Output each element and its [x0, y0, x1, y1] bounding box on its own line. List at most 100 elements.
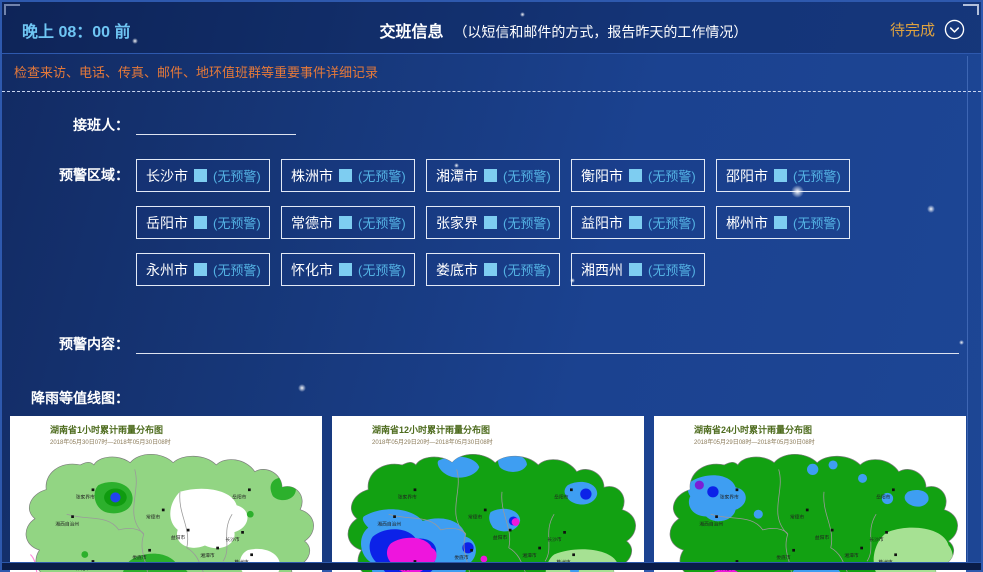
map-title: 湖南省1小时累计雨量分布图 — [50, 423, 322, 436]
warning-city-box[interactable]: 常德市 (无预警) — [281, 206, 415, 239]
deadline-time-label: 晚上 08：00 前 — [22, 18, 237, 42]
city-name-label: 湘西州 — [581, 260, 623, 280]
city-name-label: 娄底市 — [436, 260, 478, 280]
city-name-label: 岳阳市 — [146, 213, 188, 233]
city-warning-checkbox[interactable] — [484, 216, 497, 229]
warning-city-box[interactable]: 湘西州 (无预警) — [571, 253, 705, 286]
map-title: 湖南省12小时累计雨量分布图 — [372, 423, 644, 436]
city-warning-checkbox[interactable] — [339, 169, 352, 182]
city-name-label: 衡阳市 — [581, 166, 623, 186]
city-warning-checkbox[interactable] — [339, 216, 352, 229]
footer-bar — [2, 562, 981, 570]
city-name-label: 常德市 — [291, 213, 333, 233]
city-warning-checkbox[interactable] — [629, 263, 642, 276]
city-warning-checkbox[interactable] — [629, 169, 642, 182]
warning-area-label: 预警区域： — [2, 159, 129, 185]
svg-text:湘西自治州: 湘西自治州 — [55, 520, 79, 527]
city-warning-checkbox[interactable] — [194, 169, 207, 182]
city-warning-checkbox[interactable] — [774, 216, 787, 229]
rainfall-map-12h[interactable]: 湖南省12小时累计雨量分布图 2018年05月29日20时—2018年05月30… — [332, 416, 644, 572]
warning-city-box[interactable]: 张家界 (无预警) — [426, 206, 560, 239]
no-warning-label: (无预警) — [503, 166, 551, 185]
no-warning-label: (无预警) — [793, 166, 841, 185]
map-date-range: 2018年05月29日08时—2018年05月30日08时 — [694, 437, 966, 446]
svg-text:岳阳市: 岳阳市 — [876, 494, 891, 501]
warning-city-box[interactable]: 长沙市(无预警) — [136, 159, 270, 192]
rainfall-map-24h[interactable]: 湖南省24小时累计雨量分布图 2018年05月29日08时—2018年05月30… — [654, 416, 966, 572]
warning-city-grid: 长沙市(无预警)株洲市(无预警)湘潭市(无预警)衡阳市(无预警)邵阳市(无预警)… — [136, 159, 861, 286]
svg-text:常德市: 常德市 — [146, 514, 161, 521]
no-warning-label: (无预警) — [213, 260, 261, 279]
page-title: 交班信息 — [380, 24, 444, 41]
warning-city-box[interactable]: 永州市 (无预警) — [136, 253, 270, 286]
city-warning-checkbox[interactable] — [194, 263, 207, 276]
corner-bracket-decoration — [4, 4, 20, 15]
svg-text:益阳市: 益阳市 — [171, 534, 186, 541]
city-warning-checkbox[interactable] — [629, 216, 642, 229]
star-dot — [959, 340, 964, 345]
svg-text:娄底市: 娄底市 — [132, 554, 147, 561]
star-dot — [520, 12, 525, 17]
warning-city-box[interactable]: 衡阳市 (无预警) — [571, 159, 705, 192]
svg-text:长沙市: 长沙市 — [869, 536, 884, 543]
warning-city-box[interactable]: 湘潭市 (无预警) — [426, 159, 560, 192]
city-warning-checkbox[interactable] — [484, 169, 497, 182]
no-warning-label: (无预警) — [503, 260, 551, 279]
rainfall-map-1h[interactable]: 湖南省1小时累计雨量分布图 2018年05月30日07时—2018年05月30日… — [10, 416, 322, 572]
city-warning-checkbox[interactable] — [774, 169, 787, 182]
svg-text:湘潭市: 湘潭市 — [200, 552, 215, 559]
star-dot — [570, 278, 575, 283]
svg-text:湘潭市: 湘潭市 — [522, 552, 537, 559]
no-warning-label: (无预警) — [793, 213, 841, 232]
warning-city-box[interactable]: 郴州市(无预警) — [716, 206, 850, 239]
city-warning-checkbox[interactable] — [339, 263, 352, 276]
svg-text:湘潭市: 湘潭市 — [844, 552, 859, 559]
warning-city-box[interactable]: 益阳市(无预警) — [571, 206, 705, 239]
svg-text:长沙市: 长沙市 — [225, 536, 240, 543]
svg-text:益阳市: 益阳市 — [493, 534, 508, 541]
city-name-label: 张家界 — [436, 213, 478, 233]
no-warning-label: (无预警) — [648, 260, 696, 279]
warning-city-box[interactable]: 邵阳市(无预警) — [716, 159, 850, 192]
star-dot — [791, 185, 804, 198]
svg-text:岳阳市: 岳阳市 — [232, 494, 247, 501]
map-date-range: 2018年05月29日20时—2018年05月30日08时 — [372, 437, 644, 446]
svg-text:岳阳市: 岳阳市 — [554, 494, 569, 501]
svg-text:常德市: 常德市 — [468, 514, 483, 521]
svg-text:娄底市: 娄底市 — [454, 554, 469, 561]
no-warning-label: (无预警) — [358, 260, 406, 279]
svg-text:张家界市: 张家界市 — [720, 494, 739, 501]
no-warning-label: (无预警) — [648, 166, 696, 185]
map-date-range: 2018年05月30日07时—2018年05月30日08时 — [50, 437, 322, 446]
svg-text:娄底市: 娄底市 — [776, 554, 791, 561]
svg-text:张家界市: 张家界市 — [76, 494, 95, 501]
no-warning-label: (无预警) — [358, 213, 406, 232]
city-name-label: 湘潭市 — [436, 166, 478, 186]
warning-city-box[interactable]: 怀化市(无预警) — [281, 253, 415, 286]
city-name-label: 永州市 — [146, 260, 188, 280]
no-warning-label: (无预警) — [213, 213, 261, 232]
warning-city-box[interactable]: 娄底市 (无预警) — [426, 253, 560, 286]
rainfall-maps-row: 湖南省1小时累计雨量分布图 2018年05月30日07时—2018年05月30日… — [2, 416, 981, 572]
receiver-input[interactable] — [136, 113, 296, 135]
map-title: 湖南省24小时累计雨量分布图 — [694, 423, 966, 436]
warning-content-input[interactable] — [136, 332, 959, 354]
corner-bracket-decoration — [963, 4, 979, 15]
star-dot — [927, 205, 935, 213]
chevron-down-icon[interactable] — [944, 19, 965, 40]
no-warning-label: (无预警) — [503, 213, 551, 232]
handover-form: 接班人： 预警区域： 长沙市(无预警)株洲市(无预警)湘潭市(无预警)衡阳市(无… — [2, 92, 981, 572]
city-warning-checkbox[interactable] — [194, 216, 207, 229]
city-warning-checkbox[interactable] — [484, 263, 497, 276]
svg-text:张家界市: 张家界市 — [398, 494, 417, 501]
svg-text:湘西自治州: 湘西自治州 — [699, 520, 723, 527]
warning-city-box[interactable]: 株洲市(无预警) — [281, 159, 415, 192]
receiver-label: 接班人： — [2, 109, 129, 135]
no-warning-label: (无预警) — [358, 166, 406, 185]
svg-text:益阳市: 益阳市 — [815, 534, 830, 541]
city-name-label: 益阳市 — [581, 213, 623, 233]
svg-text:常德市: 常德市 — [790, 514, 805, 521]
shift-handover-panel: 晚上 08：00 前 交班信息 （以短信和邮件的方式，报告昨天的工作情况） 待完… — [0, 0, 983, 572]
page-subtitle: （以短信和邮件的方式，报告昨天的工作情况） — [453, 24, 747, 40]
warning-city-box[interactable]: 岳阳市 (无预警) — [136, 206, 270, 239]
